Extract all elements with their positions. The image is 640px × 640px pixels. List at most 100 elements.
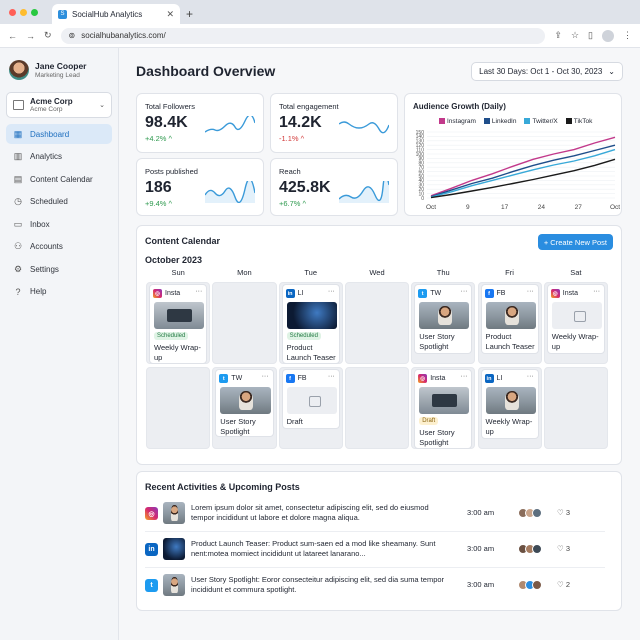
instagram-icon: ◎: [418, 374, 428, 383]
sidebar-item-analytics[interactable]: ▥ Analytics: [6, 147, 112, 167]
more-options-icon[interactable]: ···: [593, 288, 600, 295]
scheduled-post-card[interactable]: in LI ··· Weekly Wrap-up: [480, 369, 539, 439]
org-switcher[interactable]: Acme Corp Acme Corp ⌄: [6, 92, 112, 118]
sparkline-followers: [205, 116, 255, 133]
url-field[interactable]: ⊚ socialhubanalytics.com/: [60, 27, 546, 44]
post-thumbnail: [419, 387, 470, 414]
share-icon[interactable]: ⇪: [554, 30, 562, 41]
browser-menu-icon[interactable]: ⋮: [623, 30, 632, 41]
x-tick-label: 27: [575, 204, 583, 211]
sidebar-toggle-icon[interactable]: ▯: [588, 30, 593, 41]
content-calendar-card: Content Calendar + Create New Post Octob…: [136, 225, 622, 465]
reload-icon[interactable]: ↻: [44, 30, 52, 41]
calendar-day-cell[interactable]: [344, 282, 410, 364]
post-title: User Story Spotlight: [419, 428, 455, 447]
calendar-day-cell[interactable]: [344, 367, 410, 449]
activity-row[interactable]: in Product Launch Teaser: Product sum-sae…: [145, 536, 605, 562]
date-range-selector[interactable]: Last 30 Days: Oct 1 - Oct 30, 2023 ⌄: [471, 62, 623, 81]
more-options-icon[interactable]: ···: [460, 373, 467, 380]
series-line-tiktok: [430, 158, 616, 199]
legend-item: Instagram: [439, 118, 476, 125]
calendar-day-cell[interactable]: [212, 282, 277, 364]
activity-time: 3:00 am: [467, 544, 495, 553]
legend-item: TikTok: [565, 118, 592, 125]
post-title: Product Launch Teaser: [286, 343, 336, 362]
scheduled-post-card[interactable]: ◎ Insta ··· Scheduled Weekly Wrap-up: [149, 284, 208, 364]
more-options-icon[interactable]: ···: [460, 288, 467, 295]
minimize-window-button[interactable]: [20, 9, 27, 16]
stat-card-posts[interactable]: Posts published 186 +9.4% ^: [136, 158, 264, 216]
likes-count[interactable]: ♡ 2: [557, 580, 570, 589]
likes-count[interactable]: ♡ 3: [557, 544, 570, 553]
stat-card-reach[interactable]: Reach 425.8K +6.7% ^: [270, 158, 398, 216]
browser-tab[interactable]: S SocialHub Analytics ✕: [52, 4, 180, 24]
user-profile[interactable]: Jane Cooper Marketing Lead: [0, 48, 118, 88]
scheduled-post-card[interactable]: ◎ Insta ··· Draft User Story Spotlight: [414, 369, 473, 449]
url-text: socialhubanalytics.com/: [81, 31, 166, 40]
close-window-button[interactable]: [9, 9, 16, 16]
org-name: Acme Corp: [30, 97, 73, 106]
profile-avatar-icon[interactable]: [602, 29, 614, 42]
bookmark-star-icon[interactable]: ☆: [571, 30, 579, 41]
platform-label: Insta: [165, 290, 181, 297]
post-thumbnail: [286, 387, 337, 414]
scheduled-post-card[interactable]: in LI ··· Scheduled Product Launch Teaser: [281, 284, 340, 364]
forward-arrow-icon[interactable]: →: [26, 31, 35, 41]
more-options-icon[interactable]: ···: [195, 288, 202, 295]
avatar: [532, 508, 542, 518]
legend-item: LinkedIn: [483, 118, 516, 125]
more-options-icon[interactable]: ···: [527, 373, 534, 380]
sidebar-item-scheduled[interactable]: ◷ Scheduled: [6, 192, 112, 212]
activity-row[interactable]: ◎ Lorem ipsum dolor sit amet, consectetur…: [145, 500, 605, 526]
more-options-icon[interactable]: ···: [262, 373, 269, 380]
site-info-icon[interactable]: ⊚: [69, 31, 76, 40]
scheduled-post-card[interactable]: f FB ··· Draft: [281, 369, 340, 429]
chart-legend: Instagram LinkedIn Twitter/X TikTok: [439, 118, 592, 125]
sidebar-item-accounts[interactable]: ⚇ Accounts: [6, 237, 112, 257]
stat-label: Reach: [279, 167, 301, 176]
calendar-icon: ▤: [13, 173, 23, 184]
likes-value: 3: [565, 544, 570, 553]
sidebar-item-label: Inbox: [30, 219, 50, 229]
sidebar-item-dashboard[interactable]: ▦ Dashboard: [6, 124, 112, 144]
weekday-label: Sat: [570, 268, 582, 277]
heart-icon: ♡: [557, 508, 566, 517]
post-platform: f FB: [285, 374, 307, 383]
activities-title: Recent Activities & Upcoming Posts: [145, 482, 300, 492]
more-options-icon[interactable]: ···: [328, 288, 335, 295]
x-tick-label: Oct: [426, 204, 436, 211]
calendar-day-cell[interactable]: [146, 367, 211, 449]
user-avatar: [9, 60, 29, 80]
sidebar-item-help[interactable]: ? Help: [6, 282, 112, 302]
create-new-post-button[interactable]: + Create New Post: [537, 234, 613, 250]
scheduled-post-card[interactable]: t TW ··· User Story Spotlight: [215, 369, 274, 437]
activity-time: 3:00 am: [467, 508, 495, 517]
calendar-day-cell[interactable]: [543, 367, 609, 449]
back-arrow-icon[interactable]: ←: [8, 31, 17, 41]
audience-growth-chart: 0102030405060708090100110120130140150Oct…: [416, 130, 621, 211]
sidebar-item-content-calendar[interactable]: ▤ Content Calendar: [6, 169, 112, 189]
stat-card-engagement[interactable]: Total engagement 14.2K -1.1% ^: [270, 93, 398, 153]
platform-label: LI: [297, 290, 304, 297]
sidebar-item-settings[interactable]: ⚙ Settings: [6, 259, 112, 279]
user-role: Marketing Lead: [35, 72, 80, 79]
post-thumbnail: [485, 387, 536, 414]
activity-text: Product Launch Teaser: Product sum-saen …: [191, 539, 436, 558]
scheduled-post-card[interactable]: ◎ Insta ··· Weekly Wrap-up: [546, 284, 606, 354]
grid-icon: ▦: [13, 128, 23, 139]
new-tab-button[interactable]: +: [186, 4, 193, 24]
more-options-icon[interactable]: ···: [527, 288, 534, 295]
likes-count[interactable]: ♡ 3: [557, 508, 570, 517]
post-title: Weekly Wrap-up: [551, 332, 599, 351]
stat-card-followers[interactable]: Total Followers 98.4K +4.2% ^: [136, 93, 264, 153]
likes-value: 2: [565, 580, 570, 589]
activity-row[interactable]: t User Story Spotlight: Eoror consecteitu…: [145, 572, 605, 598]
scheduled-post-card[interactable]: f FB ··· Product Launch Teaser: [480, 284, 539, 354]
maximize-window-button[interactable]: [31, 9, 38, 16]
post-title: User Story Spotlight: [419, 332, 455, 351]
scheduled-post-card[interactable]: t TW ··· User Story Spotlight: [414, 284, 473, 354]
activity-text: User Story Spotlight: Eoror consecteitur…: [191, 575, 445, 594]
sidebar-item-inbox[interactable]: ▭ Inbox: [6, 214, 112, 234]
close-tab-icon[interactable]: ✕: [166, 9, 174, 20]
more-options-icon[interactable]: ···: [328, 373, 335, 380]
